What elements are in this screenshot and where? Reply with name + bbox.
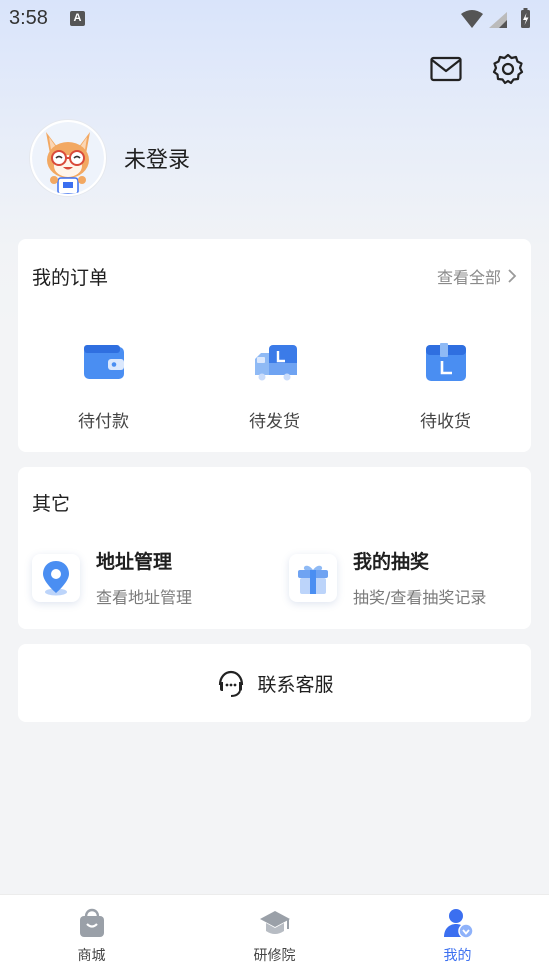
fox-mascot-avatar-icon [32, 122, 104, 194]
address-management-item[interactable]: 地址管理 查看地址管理 [32, 547, 192, 608]
customer-service-button[interactable]: 联系客服 [18, 644, 531, 722]
order-pending-shipment[interactable]: 待发货 [189, 339, 360, 432]
truck-icon [254, 345, 297, 381]
address-subtitle: 查看地址管理 [96, 588, 193, 607]
address-text: 地址管理 查看地址管理 [96, 547, 192, 608]
customer-service-label: 联系客服 [257, 673, 334, 696]
tab-mall[interactable]: 商城 [0, 895, 183, 976]
bottom-tab-bar: 商城 研修院 我的 [0, 894, 549, 976]
gear-icon[interactable] [491, 52, 525, 86]
order-status-list: 待付款 待发货 待收货 [18, 339, 531, 432]
location-pin-icon [43, 560, 69, 595]
lottery-title: 我的抽奖 [353, 551, 430, 573]
mail-icon[interactable] [429, 52, 463, 86]
status-time: 3:58 [9, 7, 48, 29]
order-item-label: 待收货 [420, 412, 471, 432]
other-title: 其它 [32, 493, 71, 515]
login-status-text[interactable]: 未登录 [124, 142, 190, 174]
wallet-icon [83, 345, 124, 379]
wifi-icon [461, 10, 483, 28]
notification-indicator: A [70, 11, 85, 26]
orders-card: 我的订单 查看全部 待付款 待发货 待收货 [18, 239, 531, 452]
orders-title: 我的订单 [32, 267, 109, 289]
order-item-label: 待付款 [78, 412, 129, 432]
view-all-orders-link[interactable]: 查看全部 [437, 264, 517, 288]
other-card: 其它 地址管理 查看地址管理 我的抽奖 抽奖/查看抽奖记录 [18, 467, 531, 629]
system-status-icons [461, 8, 530, 28]
user-icon [443, 909, 474, 939]
tab-label: 我的 [443, 948, 472, 964]
tab-academy[interactable]: 研修院 [183, 895, 366, 976]
order-pending-payment[interactable]: 待付款 [18, 339, 189, 432]
tab-mine[interactable]: 我的 [366, 895, 549, 976]
view-all-label: 查看全部 [436, 268, 501, 287]
tab-label: 研修院 [253, 948, 296, 964]
avatar[interactable] [30, 120, 106, 196]
profile-section: 未登录 [30, 120, 190, 196]
headset-icon [219, 670, 244, 697]
my-lottery-item[interactable]: 我的抽奖 抽奖/查看抽奖记录 [289, 547, 486, 608]
header-actions [429, 52, 525, 86]
shopping-bag-icon [79, 908, 104, 937]
gift-icon-box [289, 553, 337, 602]
location-icon-box [32, 553, 80, 602]
chevron-right-icon [508, 269, 517, 283]
order-pending-receipt[interactable]: 待收货 [360, 339, 531, 432]
status-bar: 3:58 A [0, 0, 549, 38]
tab-label: 商城 [77, 948, 106, 964]
order-item-label: 待发货 [249, 412, 300, 432]
lottery-subtitle: 抽奖/查看抽奖记录 [353, 588, 487, 607]
gift-icon [298, 565, 328, 594]
address-title: 地址管理 [96, 551, 173, 573]
lottery-text: 我的抽奖 抽奖/查看抽奖记录 [353, 547, 486, 608]
graduation-cap-icon [259, 911, 290, 934]
box-icon [425, 343, 466, 381]
